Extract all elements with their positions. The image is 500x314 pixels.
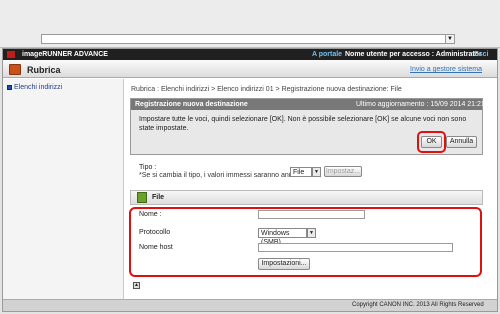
- ok-button[interactable]: OK: [421, 136, 442, 148]
- file-section-title: File: [152, 194, 165, 201]
- user-info: Nome utente per accesso : Administrator: [345, 51, 482, 58]
- host-name-label: Nome host: [139, 244, 173, 251]
- last-update: Ultimo aggiornamento : 15/09 2014 21:21:…: [356, 101, 495, 108]
- panel-title: Registrazione nuova destinazione: [135, 101, 248, 108]
- list-bullet-icon: [7, 85, 12, 90]
- sidebar: [3, 79, 124, 299]
- address-bar[interactable]: [41, 34, 455, 44]
- file-section-header: [130, 190, 483, 205]
- type-settings-button: Impostaz...: [324, 166, 362, 177]
- type-select-arrow-icon[interactable]: ▼: [312, 167, 321, 177]
- cancel-button[interactable]: Annulla: [446, 136, 477, 148]
- address-dropdown-icon[interactable]: ▼: [445, 34, 455, 44]
- logout-link[interactable]: Esci: [474, 50, 488, 59]
- breadcrumb: Rubrica : Elenchi indirizzi > Elenco ind…: [131, 86, 402, 93]
- protocol-label: Protocollo: [139, 229, 171, 236]
- type-label: Tipo :: [139, 164, 157, 171]
- type-select[interactable]: File: [290, 167, 312, 177]
- brand-name: imageRUNNER ADVANCE: [22, 51, 108, 58]
- brand-logo-icon: [7, 51, 15, 58]
- settings-button[interactable]: Impostazioni...: [258, 258, 310, 270]
- address-book-icon: [9, 64, 21, 75]
- scroll-to-top-icon[interactable]: ▲: [133, 282, 140, 289]
- portal-link[interactable]: A portale: [312, 50, 342, 59]
- type-note: *Se si cambia il tipo, i valori immessi …: [139, 172, 310, 179]
- page-title: Rubrica: [27, 65, 61, 75]
- file-icon: [137, 192, 147, 203]
- protocol-select[interactable]: Windows (SMB): [258, 228, 307, 246]
- goto-system-settings-link[interactable]: Invio a gestore sistema: [410, 66, 482, 74]
- protocol-select-arrow-icon[interactable]: ▼: [307, 228, 316, 238]
- host-name-input[interactable]: [258, 243, 453, 252]
- sidebar-item-label[interactable]: Elenchi indirizzi: [14, 84, 62, 92]
- name-label: Nome :: [139, 211, 162, 218]
- name-input[interactable]: [258, 210, 365, 219]
- copyright: Copyright CANON INC. 2013 All Rights Res…: [352, 302, 484, 308]
